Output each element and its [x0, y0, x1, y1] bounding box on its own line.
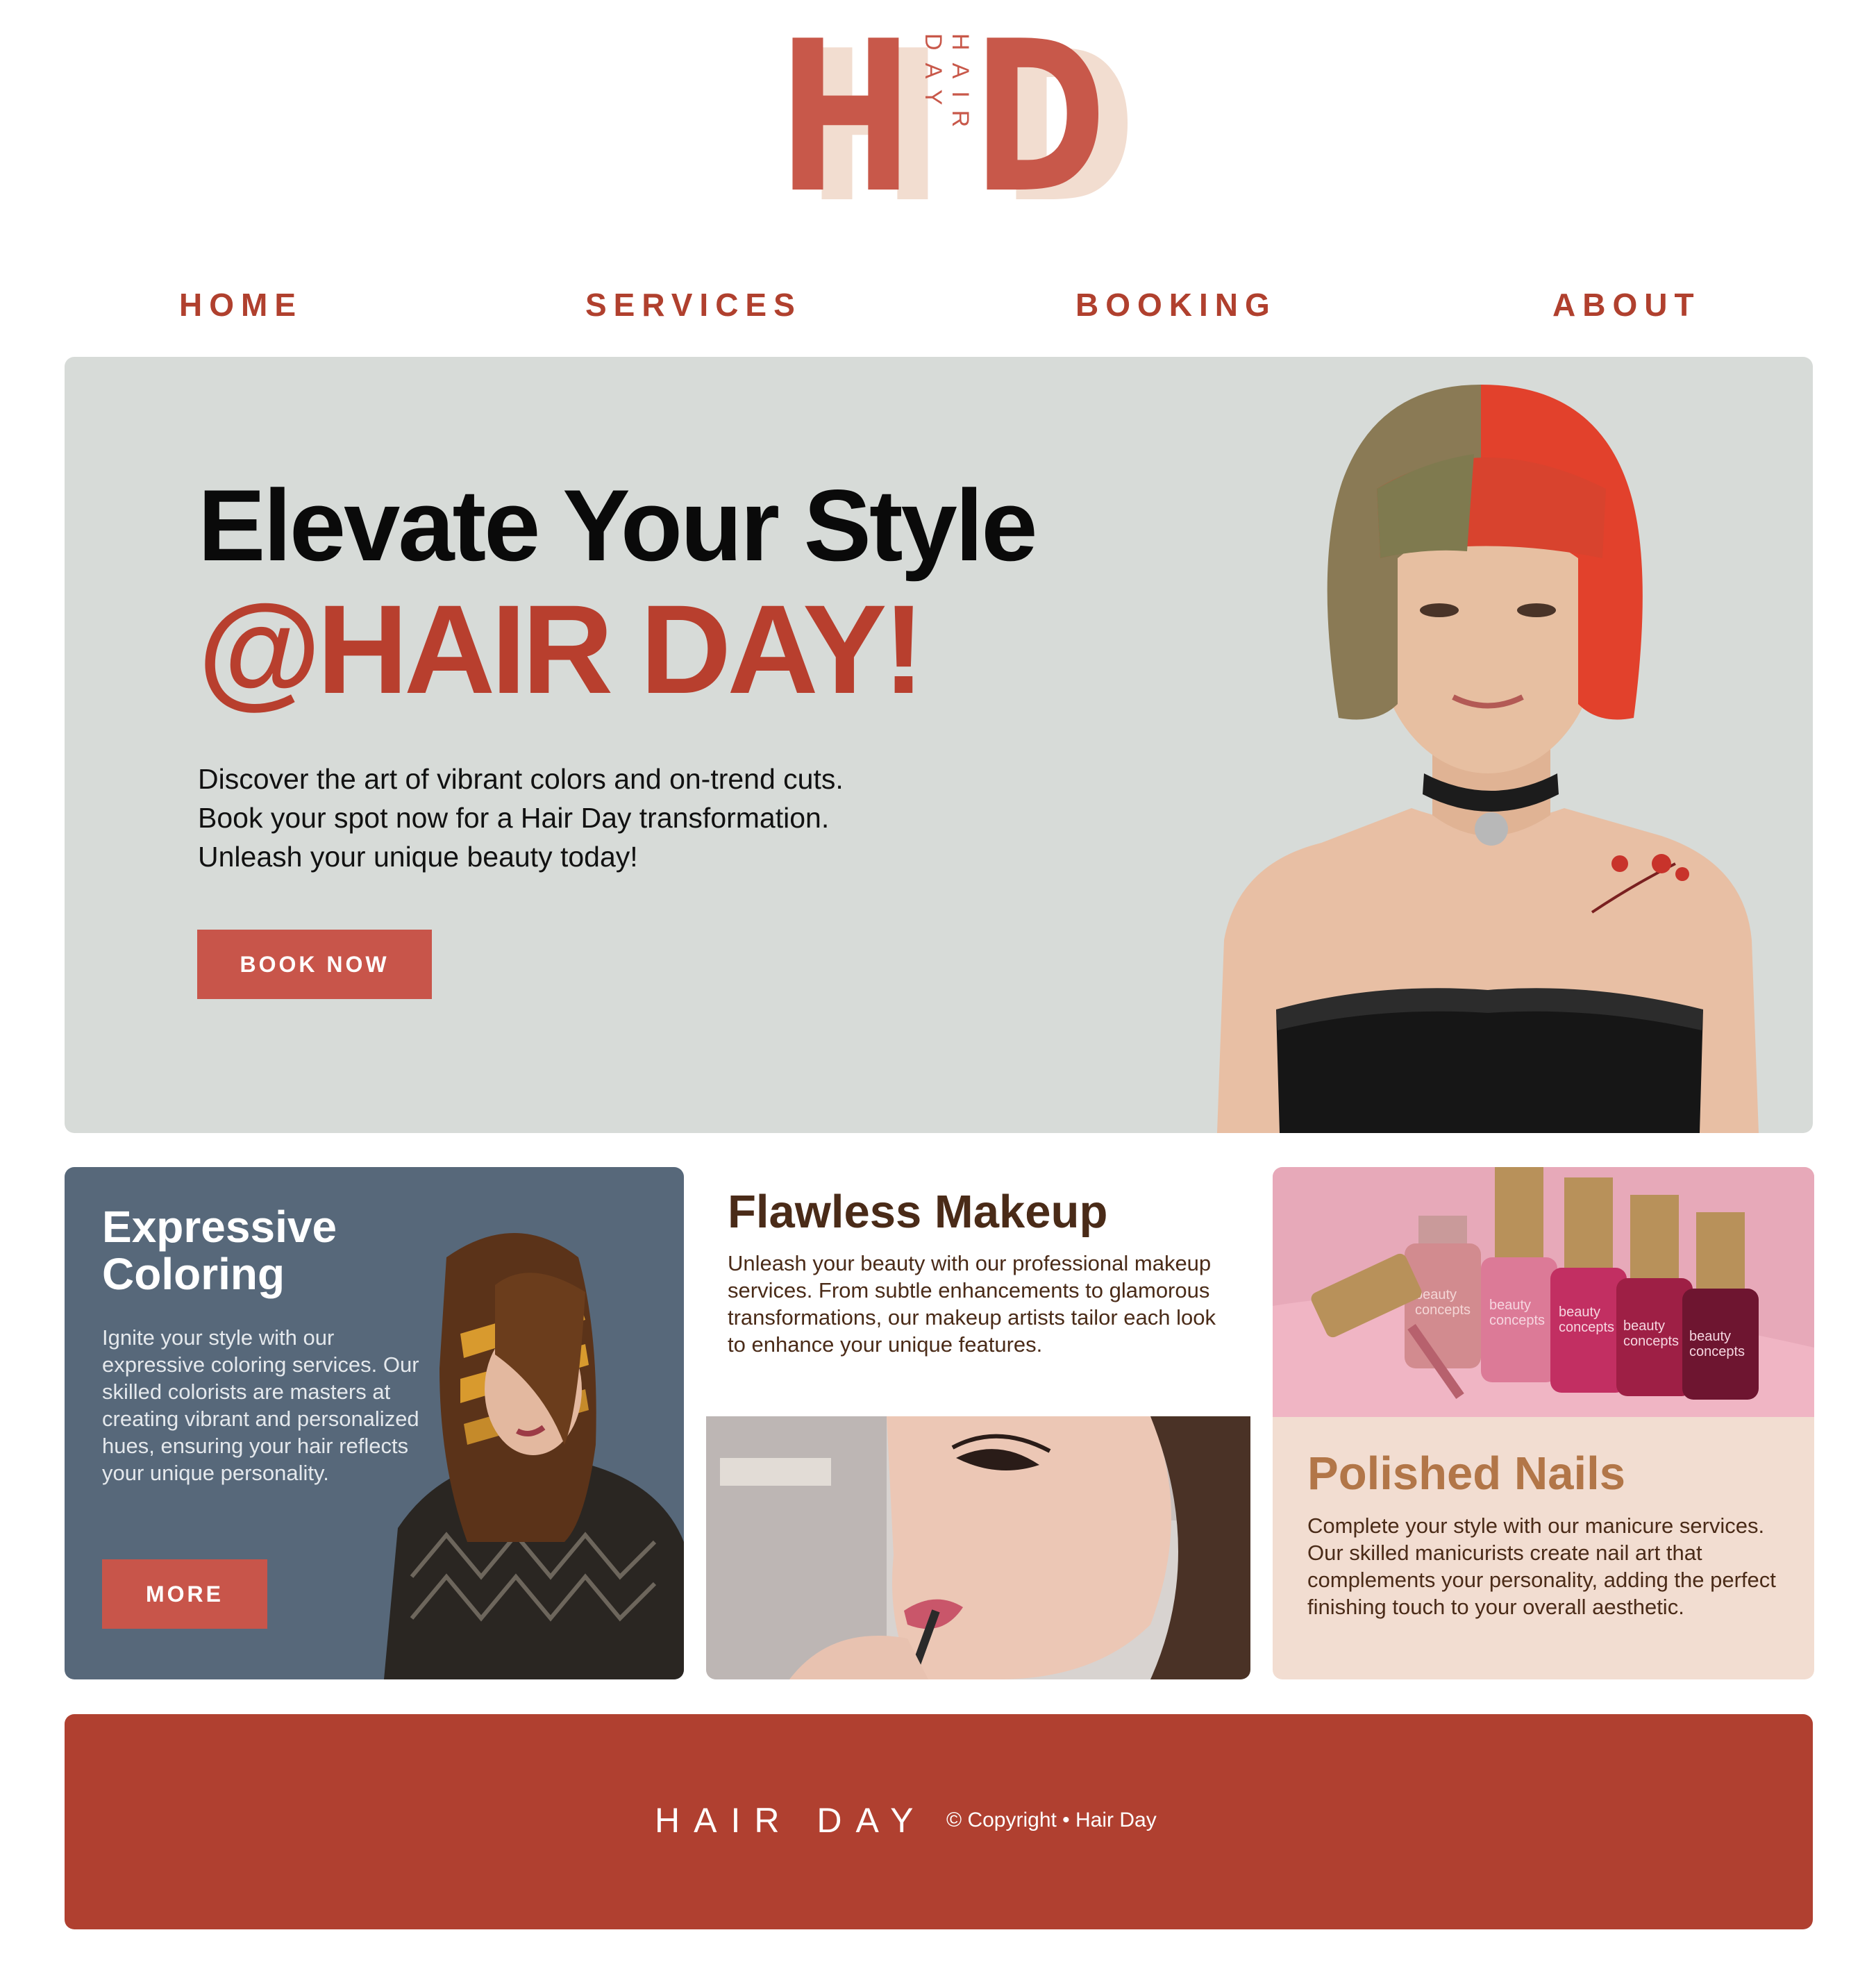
coloring-card: Expressive Coloring Ignite your style wi… [65, 1167, 684, 1679]
nav-services[interactable]: SERVICES [585, 286, 802, 324]
hero-line: Discover the art of vibrant colors and o… [198, 763, 844, 795]
nails-card-text: Complete your style with our manicure se… [1307, 1514, 1776, 1619]
makeup-card-text: Unleash your beauty with our professiona… [728, 1251, 1216, 1357]
bottle-label: concepts [1689, 1344, 1745, 1359]
book-now-button[interactable]: BOOK NOW [197, 930, 432, 999]
bottle-label: concepts [1559, 1320, 1614, 1335]
coloring-card-title: Expressive Coloring [102, 1202, 337, 1299]
hero-line: Book your spot now for a Hair Day transf… [198, 802, 830, 834]
bottle-label: beauty [1559, 1305, 1600, 1320]
site-logo[interactable]: H H HAIR DAY D D [764, 0, 1136, 243]
nav-home[interactable]: HOME [179, 286, 303, 324]
logo-vertical-text: HAIR DAY [920, 33, 973, 140]
hero-line: Unleash your unique beauty today! [198, 841, 638, 873]
nav-booking[interactable]: BOOKING [1075, 286, 1277, 324]
bottle-label: beauty [1623, 1318, 1665, 1334]
site-footer: HAIR DAY © Copyright • Hair Day [65, 1714, 1813, 1929]
footer-brand: HAIR DAY [655, 1801, 928, 1840]
nails-card-title: Polished Nails [1307, 1448, 1625, 1500]
hero-portrait-image [1217, 385, 1759, 1133]
nav-about[interactable]: ABOUT [1552, 286, 1701, 324]
footer-copyright: © Copyright • Hair Day [946, 1809, 1157, 1831]
nail-polish-image: beauty concepts beauty concepts beauty c… [1273, 1167, 1814, 1417]
bottle-label: beauty [1689, 1329, 1731, 1344]
bottle-label: concepts [1415, 1302, 1471, 1318]
coloring-model-image [384, 1233, 684, 1679]
hero-description: Discover the art of vibrant colors and o… [198, 760, 1031, 876]
nails-card: beauty concepts beauty concepts beauty c… [1273, 1167, 1814, 1679]
makeup-card-title: Flawless Makeup [728, 1186, 1108, 1238]
hero-title: Elevate Your Style [198, 469, 1038, 582]
makeup-image [706, 1416, 1250, 1679]
hero-section: Elevate Your Style @HAIR DAY! Discover t… [65, 357, 1813, 1133]
bottle-label: beauty [1489, 1298, 1531, 1313]
bottle-label: concepts [1489, 1313, 1545, 1328]
bottle-label: beauty [1415, 1287, 1457, 1302]
logo-letter-d: D [972, 0, 1107, 239]
more-button[interactable]: MORE [102, 1559, 267, 1629]
hero-accent-title: @HAIR DAY! [198, 578, 925, 720]
bottle-label: concepts [1623, 1334, 1679, 1349]
logo-letter-h: H [778, 0, 914, 239]
